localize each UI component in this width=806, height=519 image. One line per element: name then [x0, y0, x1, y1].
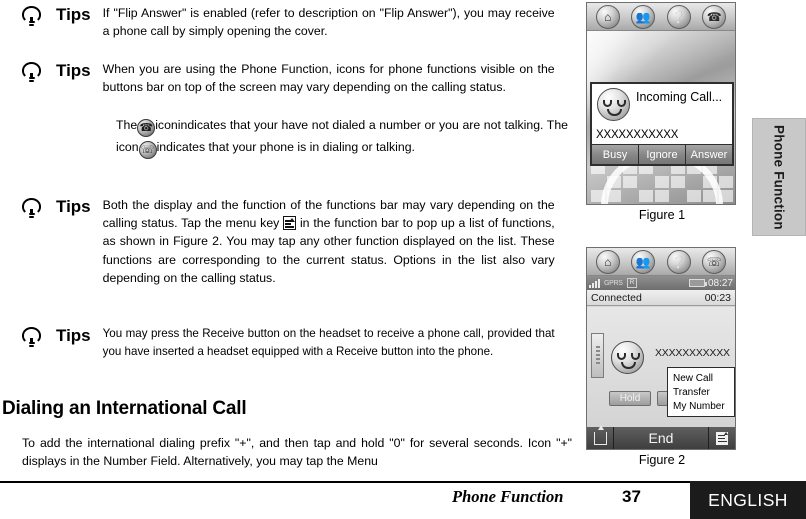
- tip-text: Both the display and the function of the…: [103, 196, 555, 287]
- tip-block-1: Tips If "Flip Answer" is enabled (refer …: [0, 4, 580, 40]
- lightbulb-icon: [20, 61, 50, 87]
- section-tab-label: Phone Function: [771, 124, 787, 230]
- tip-block-2: Tips When you are using the Phone Functi…: [0, 60, 580, 96]
- status-time: 08:27: [707, 277, 733, 289]
- contacts-icon[interactable]: 👥: [631, 4, 656, 29]
- language-badge: ENGLISH: [690, 481, 806, 519]
- manual-page: Tips If "Flip Answer" is enabled (refer …: [0, 0, 806, 519]
- function-popup-menu: New Call Transfer My Number: [667, 367, 735, 417]
- export-icon[interactable]: [587, 424, 614, 449]
- tip-block-4: Tips You may press the Receive button on…: [0, 325, 580, 360]
- figure-1-caption: Figure 1: [638, 208, 686, 222]
- lightbulb-icon: [20, 326, 50, 352]
- call-status-label: Connected: [591, 291, 642, 304]
- icon-explanation-paragraph: The ☎ iconindicates that your have not dia…: [116, 116, 568, 160]
- home-icon[interactable]: ⌂: [595, 249, 620, 274]
- hold-button[interactable]: Hold: [609, 391, 651, 406]
- dialog-title: Incoming Call...: [636, 90, 723, 104]
- tip-text: You may press the Receive button on the …: [102, 327, 555, 358]
- hangup-icon[interactable]: ☎: [702, 4, 727, 29]
- tip-label: Tips: [56, 197, 91, 216]
- figure-2-caption: Figure 2: [638, 453, 686, 467]
- battery-icon: [688, 279, 707, 287]
- call-icon: ☏: [138, 141, 157, 160]
- footer-divider: [0, 481, 806, 483]
- menu-item-my-number[interactable]: My Number: [668, 399, 734, 413]
- icon-para-part3: indicates that your phone is in dialing …: [156, 140, 415, 155]
- phone-buttons-bar: ⌂ 👥 ❔ ☎: [587, 3, 735, 31]
- lightbulb-icon: [20, 5, 50, 31]
- busy-button[interactable]: Busy: [592, 145, 639, 164]
- call-status-row: Connected 00:23: [587, 290, 735, 306]
- network-label: GPRS: [604, 279, 623, 287]
- wallpaper-tiles: [591, 162, 733, 202]
- menu-key-icon: [283, 216, 297, 231]
- caller-avatar: [611, 341, 644, 374]
- home-icon[interactable]: ⌂: [595, 4, 620, 29]
- question-icon[interactable]: ❔: [666, 4, 691, 29]
- function-bar: End: [587, 424, 735, 449]
- hangup-icon: ☎: [137, 119, 156, 138]
- incoming-call-dialog: Incoming Call... XXXXXXXXXXX Busy Ignore…: [590, 82, 734, 166]
- roaming-indicator: R: [626, 278, 638, 288]
- icon-para-part1: The: [116, 118, 138, 132]
- phone-screen: GPRS R 08:27 Connected 00:23 XXXXXXXXXXX…: [587, 276, 735, 449]
- menu-item-new-call[interactable]: New Call: [668, 371, 734, 385]
- question-icon[interactable]: ❔: [666, 249, 691, 274]
- phone-screenshot-2: ⌂ 👥 ❔ ☏ GPRS R 08:27 Connected 00:23 XXX…: [586, 247, 736, 450]
- figure-2: ⌂ 👥 ❔ ☏ GPRS R 08:27 Connected 00:23 XXX…: [586, 247, 738, 467]
- footer-section-name: Phone Function: [452, 487, 564, 506]
- page-content: Tips If "Flip Answer" is enabled (refer …: [0, 0, 580, 480]
- tip-label: Tips: [56, 61, 91, 80]
- call-icon[interactable]: ☏: [702, 249, 727, 274]
- signal-icon: [589, 278, 600, 288]
- body-paragraph: To add the international dialing prefix …: [22, 436, 572, 469]
- menu-key-icon[interactable]: [708, 427, 735, 449]
- caller-number: XXXXXXXXXXX: [592, 128, 732, 145]
- caller-number: XXXXXXXXXXX: [655, 347, 730, 359]
- tip-label: Tips: [56, 5, 91, 24]
- tip-text: If "Flip Answer" is enabled (refer to de…: [102, 6, 555, 39]
- end-call-button[interactable]: End: [614, 430, 708, 446]
- phone-screenshot-1: ⌂ 👥 ❔ ☎ Incoming Call... XXXXXXXXXXX Bus…: [586, 2, 736, 205]
- call-duration: 00:23: [704, 291, 731, 304]
- figure-1: ⌂ 👥 ❔ ☎ Incoming Call... XXXXXXXXXXX Bus…: [586, 2, 738, 222]
- page-number: 37: [622, 487, 641, 506]
- dialog-actions: Busy Ignore Answer: [592, 145, 732, 164]
- tip-label: Tips: [56, 326, 91, 345]
- lightbulb-icon: [20, 197, 50, 223]
- page-title: Dialing an International Call: [2, 398, 247, 419]
- menu-item-transfer[interactable]: Transfer: [668, 385, 734, 399]
- contacts-icon[interactable]: 👥: [631, 249, 656, 274]
- tip-text: When you are using the Phone Function, i…: [102, 62, 555, 95]
- phone-buttons-bar: ⌂ 👥 ❔ ☏: [587, 248, 735, 276]
- caller-avatar: [597, 88, 630, 121]
- volume-slider[interactable]: [591, 333, 604, 378]
- call-screen-body: XXXXXXXXXXX Hold New Call Transfer My Nu…: [587, 307, 735, 427]
- answer-button[interactable]: Answer: [686, 145, 732, 164]
- ignore-button[interactable]: Ignore: [639, 145, 686, 164]
- section-tab-phone-function[interactable]: Phone Function: [752, 118, 806, 236]
- status-bar: GPRS R 08:27: [587, 276, 735, 290]
- tip-block-3: Tips Both the display and the function o…: [0, 196, 580, 287]
